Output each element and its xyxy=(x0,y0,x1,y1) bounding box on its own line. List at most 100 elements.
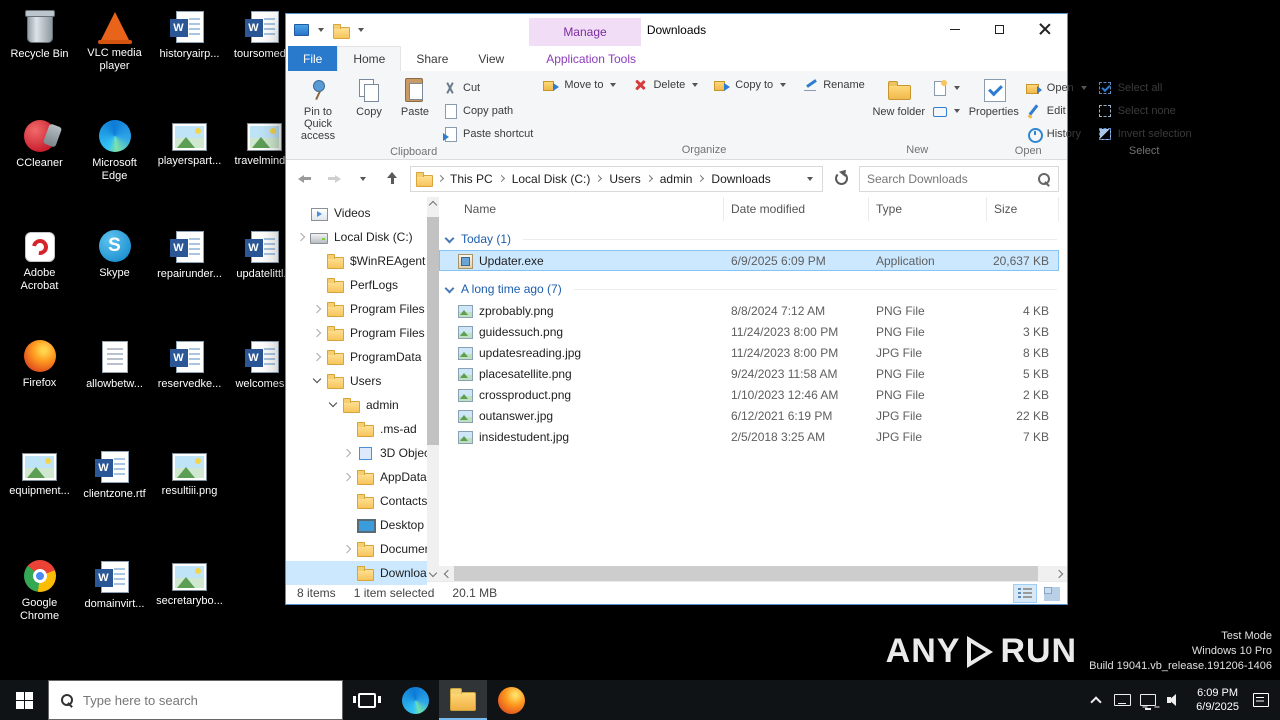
ribbon-tab[interactable]: Application Tools xyxy=(537,46,645,71)
desktop-icon[interactable]: equipment... xyxy=(4,450,76,560)
new-folder-button[interactable]: New folder xyxy=(871,74,927,121)
select-all-button[interactable]: Select all xyxy=(1093,77,1196,98)
chevron-down-icon[interactable] xyxy=(318,28,324,32)
nav-item[interactable]: Videos xyxy=(286,201,427,225)
nav-item[interactable]: admin xyxy=(286,393,427,417)
action-center-button[interactable] xyxy=(1248,680,1274,720)
file-row[interactable]: placesatellite.png 9/24/2023 11:58 AM PN… xyxy=(439,363,1059,384)
move-to-button[interactable]: Move to xyxy=(539,74,620,95)
scroll-left-icon[interactable] xyxy=(439,566,454,581)
desktop-icon[interactable]: CCleaner xyxy=(4,120,76,230)
large-icons-view-button[interactable] xyxy=(1039,584,1063,603)
chevron-down-icon[interactable] xyxy=(444,234,455,245)
nav-item[interactable]: Program Files xyxy=(286,297,427,321)
file-row[interactable]: guidessuch.png 11/24/2023 8:00 PM PNG Fi… xyxy=(439,321,1059,342)
easy-access-button[interactable] xyxy=(927,100,964,121)
copy-to-button[interactable]: Copy to xyxy=(710,74,790,95)
desktop-icon[interactable]: Google Chrome xyxy=(4,560,76,670)
nav-item[interactable]: $WinREAgent xyxy=(286,249,427,273)
taskbar-clock[interactable]: 6:09 PM 6/9/2025 xyxy=(1187,686,1248,714)
file-row[interactable]: insidestudent.jpg 2/5/2018 3:25 AM JPG F… xyxy=(439,426,1059,447)
explorer-search-input[interactable] xyxy=(867,172,1031,186)
desktop-icon[interactable]: VLC media player xyxy=(79,10,151,120)
new-item-button[interactable] xyxy=(927,77,964,98)
back-button[interactable] xyxy=(294,167,316,191)
desktop-icon[interactable]: Recycle Bin xyxy=(4,10,76,120)
touch-keyboard-button[interactable] xyxy=(1109,680,1135,720)
scroll-up-icon[interactable] xyxy=(427,197,439,211)
nav-item[interactable]: PerfLogs xyxy=(286,273,427,297)
cut-button[interactable]: Cut xyxy=(438,77,537,98)
close-button[interactable] xyxy=(1022,14,1067,44)
expander-icon[interactable] xyxy=(342,543,354,555)
select-none-button[interactable]: Select none xyxy=(1093,100,1196,121)
expander-icon[interactable] xyxy=(296,207,308,219)
history-button[interactable]: History xyxy=(1022,123,1091,144)
expander-icon[interactable] xyxy=(342,447,354,459)
expander-icon[interactable] xyxy=(312,327,324,339)
task-view-button[interactable] xyxy=(343,680,391,720)
scroll-thumb[interactable] xyxy=(454,566,1038,581)
nav-item[interactable]: ProgramData xyxy=(286,345,427,369)
ribbon-tab[interactable]: View xyxy=(463,46,519,71)
address-bar[interactable]: This PC Local Disk (C:) Users admin Down… xyxy=(410,166,823,192)
recent-locations-button[interactable] xyxy=(352,167,374,191)
column-header-name[interactable]: Name xyxy=(457,197,724,221)
desktop-icon[interactable]: Adobe Acrobat xyxy=(4,230,76,340)
chevron-down-icon[interactable] xyxy=(444,284,455,295)
paste-shortcut-button[interactable]: Paste shortcut xyxy=(438,123,537,144)
file-row[interactable]: updatesreading.jpg 11/24/2023 8:00 PM JP… xyxy=(439,342,1059,363)
pin-to-quick-access-button[interactable]: Pin to Quick access xyxy=(290,74,346,145)
desktop-icon[interactable]: Skype xyxy=(79,230,151,340)
desktop-icon[interactable]: playerspart... xyxy=(154,120,226,230)
desktop-icon[interactable]: reservedke... xyxy=(154,340,226,450)
desktop-icon[interactable]: secretarybo... xyxy=(154,560,226,670)
network-button[interactable] xyxy=(1135,680,1161,720)
nav-item[interactable]: Downloads xyxy=(286,561,427,585)
group-header[interactable]: Today (1) xyxy=(439,228,1067,250)
expander-icon[interactable] xyxy=(342,495,354,507)
expander-icon[interactable] xyxy=(312,351,324,363)
horizontal-scrollbar[interactable] xyxy=(439,566,1067,581)
breadcrumb-item[interactable]: Users xyxy=(608,167,658,191)
scroll-down-icon[interactable] xyxy=(427,567,439,581)
nav-item[interactable]: Documents xyxy=(286,537,427,561)
expander-icon[interactable] xyxy=(342,567,354,579)
hidden-icons-button[interactable] xyxy=(1083,680,1109,720)
column-header-type[interactable]: Type xyxy=(869,197,987,221)
taskbar-firefox-button[interactable] xyxy=(487,680,535,720)
column-header-size[interactable]: Size xyxy=(987,197,1059,221)
file-row[interactable]: crossproduct.png 1/10/2023 12:46 AM PNG … xyxy=(439,384,1059,405)
expander-icon[interactable] xyxy=(342,519,354,531)
expander-icon[interactable] xyxy=(312,279,324,291)
desktop-icon[interactable]: Microsoft Edge xyxy=(79,120,151,230)
breadcrumb-item[interactable]: Downloads xyxy=(710,167,771,191)
properties-button[interactable]: Properties xyxy=(966,74,1022,121)
up-button[interactable] xyxy=(381,167,403,191)
volume-button[interactable] xyxy=(1161,680,1187,720)
maximize-button[interactable] xyxy=(977,14,1022,44)
scroll-thumb[interactable] xyxy=(427,217,439,445)
explorer-search-box[interactable] xyxy=(859,166,1059,192)
nav-item[interactable]: AppData xyxy=(286,465,427,489)
file-row[interactable]: outanswer.jpg 6/12/2021 6:19 PM JPG File… xyxy=(439,405,1059,426)
rename-button[interactable]: Rename xyxy=(798,74,869,95)
nav-item[interactable]: .ms-ad xyxy=(286,417,427,441)
forward-button[interactable] xyxy=(323,167,345,191)
expander-icon[interactable] xyxy=(342,471,354,483)
nav-item[interactable]: Users xyxy=(286,369,427,393)
expander-icon[interactable] xyxy=(312,255,324,267)
column-header-date[interactable]: Date modified xyxy=(724,197,869,221)
taskbar-search-box[interactable] xyxy=(48,680,343,720)
expander-icon[interactable] xyxy=(296,231,308,243)
desktop-icon[interactable]: domainvirt... xyxy=(79,560,151,670)
taskbar-explorer-button[interactable] xyxy=(439,680,487,720)
copy-path-button[interactable]: Copy path xyxy=(438,100,537,121)
expander-icon[interactable] xyxy=(312,303,324,315)
expander-icon[interactable] xyxy=(312,375,324,387)
breadcrumb-item[interactable]: Local Disk (C:) xyxy=(511,167,609,191)
details-view-button[interactable] xyxy=(1013,584,1037,603)
breadcrumb-item[interactable]: This PC xyxy=(449,167,511,191)
nav-item[interactable]: Contacts xyxy=(286,489,427,513)
open-button[interactable]: Open xyxy=(1022,77,1091,98)
